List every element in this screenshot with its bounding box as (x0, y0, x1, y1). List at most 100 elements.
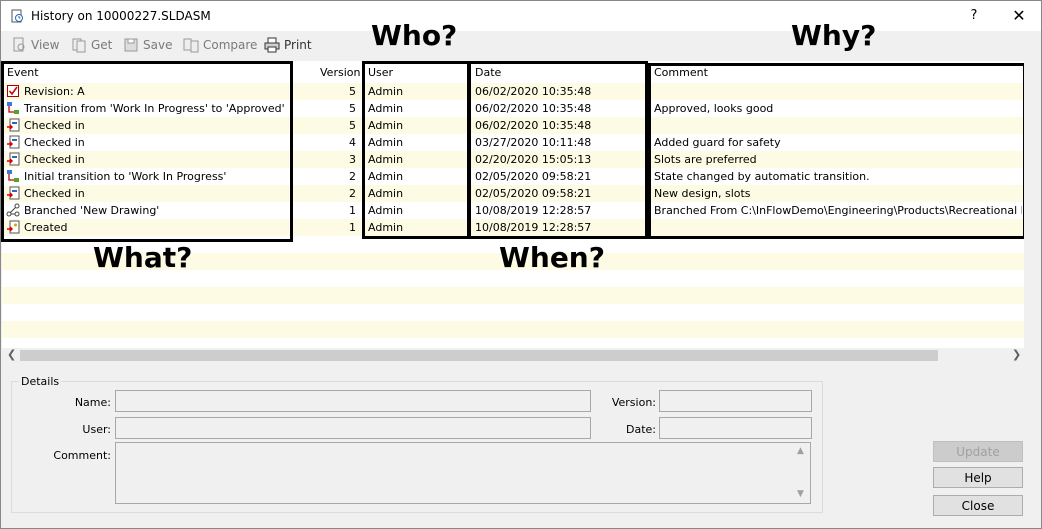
user-cell: Admin (368, 85, 404, 98)
horizontal-scrollbar[interactable]: ❮ ❯ (2, 348, 1024, 363)
history-grid: Event Version User Date Comment Revision… (2, 61, 1024, 348)
table-row[interactable]: Branched 'New Drawing' 1 Admin 10/08/2019 1… (2, 202, 1024, 219)
help-title-button[interactable]: ? (963, 5, 985, 27)
event-cell: Checked in (24, 119, 85, 132)
scroll-up-icon[interactable]: ▲ (797, 446, 804, 456)
user-cell: Admin (368, 136, 404, 149)
update-button[interactable]: Update (933, 441, 1023, 462)
get-icon (72, 38, 86, 53)
scroll-down-icon[interactable]: ▼ (797, 489, 804, 499)
version-label: Version: (611, 396, 656, 409)
grid-header: Event Version User Date Comment (2, 61, 1024, 83)
print-button[interactable]: Print (264, 37, 312, 53)
print-label: Print (284, 38, 312, 52)
date-cell: 10/08/2019 12:28:57 (475, 204, 592, 217)
name-field[interactable] (115, 390, 591, 412)
version-cell: 5 (349, 102, 356, 115)
user-cell: Admin (368, 153, 404, 166)
history-document-icon (11, 9, 23, 23)
transition-icon (7, 170, 19, 182)
date-cell: 06/02/2020 10:35:48 (475, 119, 592, 132)
details-legend: Details (19, 375, 62, 388)
comment-field[interactable]: ▲ ▼ (115, 442, 811, 504)
annotation-when: When? (499, 241, 605, 274)
version-cell: 2 (349, 187, 356, 200)
column-header-version[interactable]: Version (320, 66, 360, 79)
column-header-event[interactable]: Event (7, 66, 39, 79)
scroll-right-icon[interactable]: ❯ (1012, 348, 1021, 361)
grid-stripe (2, 287, 1024, 304)
event-cell: Initial transition to 'Work In Progress' (24, 170, 227, 183)
close-window-button[interactable]: ✕ (1006, 5, 1032, 27)
get-label: Get (91, 38, 113, 52)
revision-icon (7, 85, 19, 97)
version-cell: 4 (349, 136, 356, 149)
version-cell: 1 (349, 204, 356, 217)
checked-in-icon (7, 152, 20, 166)
table-row[interactable]: Checked in 2 Admin 02/05/2020 09:58:21 New d… (2, 185, 1024, 202)
window-title: History on 10000227.SLDASM (31, 9, 211, 23)
annotation-what: What? (93, 241, 193, 274)
version-field[interactable] (659, 390, 812, 412)
compare-button[interactable]: Compare (183, 37, 257, 53)
table-row[interactable]: Checked in 3 Admin 02/20/2020 15:05:13 Slots… (2, 151, 1024, 168)
comment-cell: Branched From C:\InFlowDemo\Engineering\… (654, 204, 1022, 217)
user-cell: Admin (368, 102, 404, 115)
user-cell: Admin (368, 204, 404, 217)
name-label: Name: (74, 396, 111, 409)
grid-stripe (2, 338, 1024, 348)
column-header-user[interactable]: User (368, 66, 393, 79)
date-cell: 03/27/2020 10:11:48 (475, 136, 592, 149)
comment-cell: State changed by automatic transition. (654, 170, 870, 183)
table-row[interactable]: Initial transition to 'Work In Progress'… (2, 168, 1024, 185)
transition-icon (7, 102, 19, 114)
column-header-date[interactable]: Date (475, 66, 501, 79)
date-cell: 10/08/2019 12:28:57 (475, 221, 592, 234)
date-cell: 02/05/2020 09:58:21 (475, 170, 592, 183)
compare-label: Compare (203, 38, 258, 52)
table-row[interactable]: Transition from 'Work In Progress' to 'A… (2, 100, 1024, 117)
checked-in-icon (7, 118, 20, 132)
table-row[interactable]: Checked in 4 Admin 03/27/2020 10:11:48 Added… (2, 134, 1024, 151)
grid-stripe (2, 321, 1024, 338)
created-icon (7, 220, 20, 234)
table-row[interactable]: Created 1 Admin 10/08/2019 12:28:57 (2, 219, 1024, 236)
comment-scrollbar[interactable]: ▲ ▼ (794, 443, 810, 503)
event-cell: Branched 'New Drawing' (24, 204, 160, 217)
event-cell: Checked in (24, 187, 85, 200)
user-cell: Admin (368, 170, 404, 183)
date-label: Date: (626, 423, 656, 436)
close-button[interactable]: Close (933, 495, 1023, 516)
table-row[interactable]: Revision: A 5 Admin 06/02/2020 10:35:48 (2, 83, 1024, 100)
horizontal-scroll-thumb[interactable] (20, 350, 938, 361)
branch-icon (6, 203, 20, 217)
table-row[interactable]: Checked in 5 Admin 06/02/2020 10:35:48 (2, 117, 1024, 134)
checked-in-icon (7, 186, 20, 200)
history-dialog: History on 10000227.SLDASM ? ✕ View Get … (0, 0, 1042, 529)
printer-icon (264, 37, 280, 53)
event-cell: Created (24, 221, 68, 234)
toolbar: View Get Save Compare Print (1, 33, 1041, 57)
event-cell: Revision: A (24, 85, 85, 98)
scroll-corner (1024, 348, 1041, 363)
user-cell: Admin (368, 119, 404, 132)
checked-in-icon (7, 135, 20, 149)
view-button[interactable]: View (11, 37, 59, 53)
scroll-left-icon[interactable]: ❮ (7, 348, 16, 361)
version-cell: 5 (349, 85, 356, 98)
view-label: View (31, 38, 60, 52)
date-field[interactable] (659, 417, 812, 439)
version-cell: 3 (349, 153, 356, 166)
annotation-why: Why? (791, 19, 877, 52)
vertical-scrollbar[interactable] (1024, 61, 1041, 348)
help-button[interactable]: Help (933, 467, 1023, 488)
get-button[interactable]: Get (71, 37, 112, 53)
comment-cell: Approved, looks good (654, 102, 774, 115)
save-icon (124, 38, 138, 52)
user-field[interactable] (115, 417, 591, 439)
version-cell: 1 (349, 221, 356, 234)
view-icon (13, 37, 25, 52)
save-button[interactable]: Save (123, 37, 172, 53)
column-header-comment[interactable]: Comment (654, 66, 708, 79)
title-bar: History on 10000227.SLDASM ? ✕ (1, 1, 1041, 31)
